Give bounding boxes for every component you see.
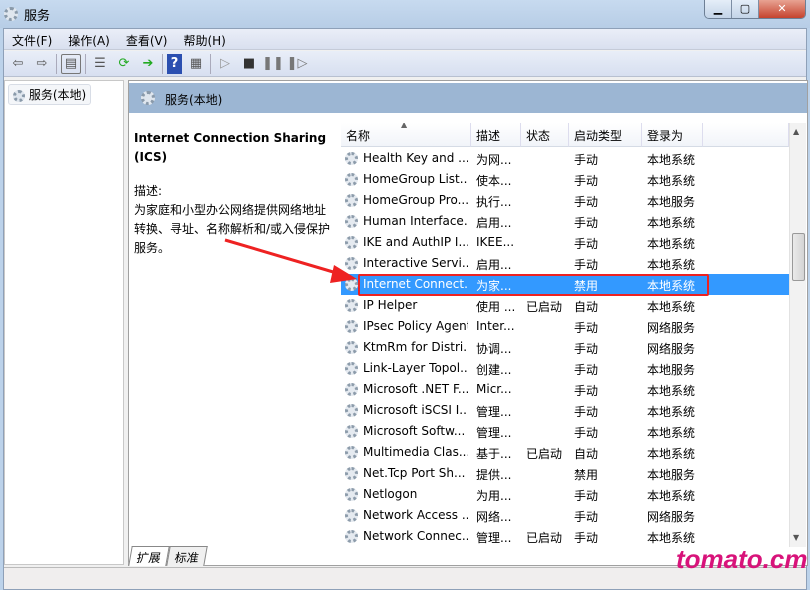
view-tabs: 扩展 标准	[128, 546, 208, 566]
tab-extended[interactable]: 扩展	[128, 546, 170, 566]
arrow-line	[224, 238, 341, 276]
annotation-arrow	[224, 238, 357, 283]
arrow-head	[330, 265, 357, 283]
tab-standard[interactable]: 标准	[166, 546, 208, 566]
watermark: tomato.cm	[676, 544, 808, 574]
